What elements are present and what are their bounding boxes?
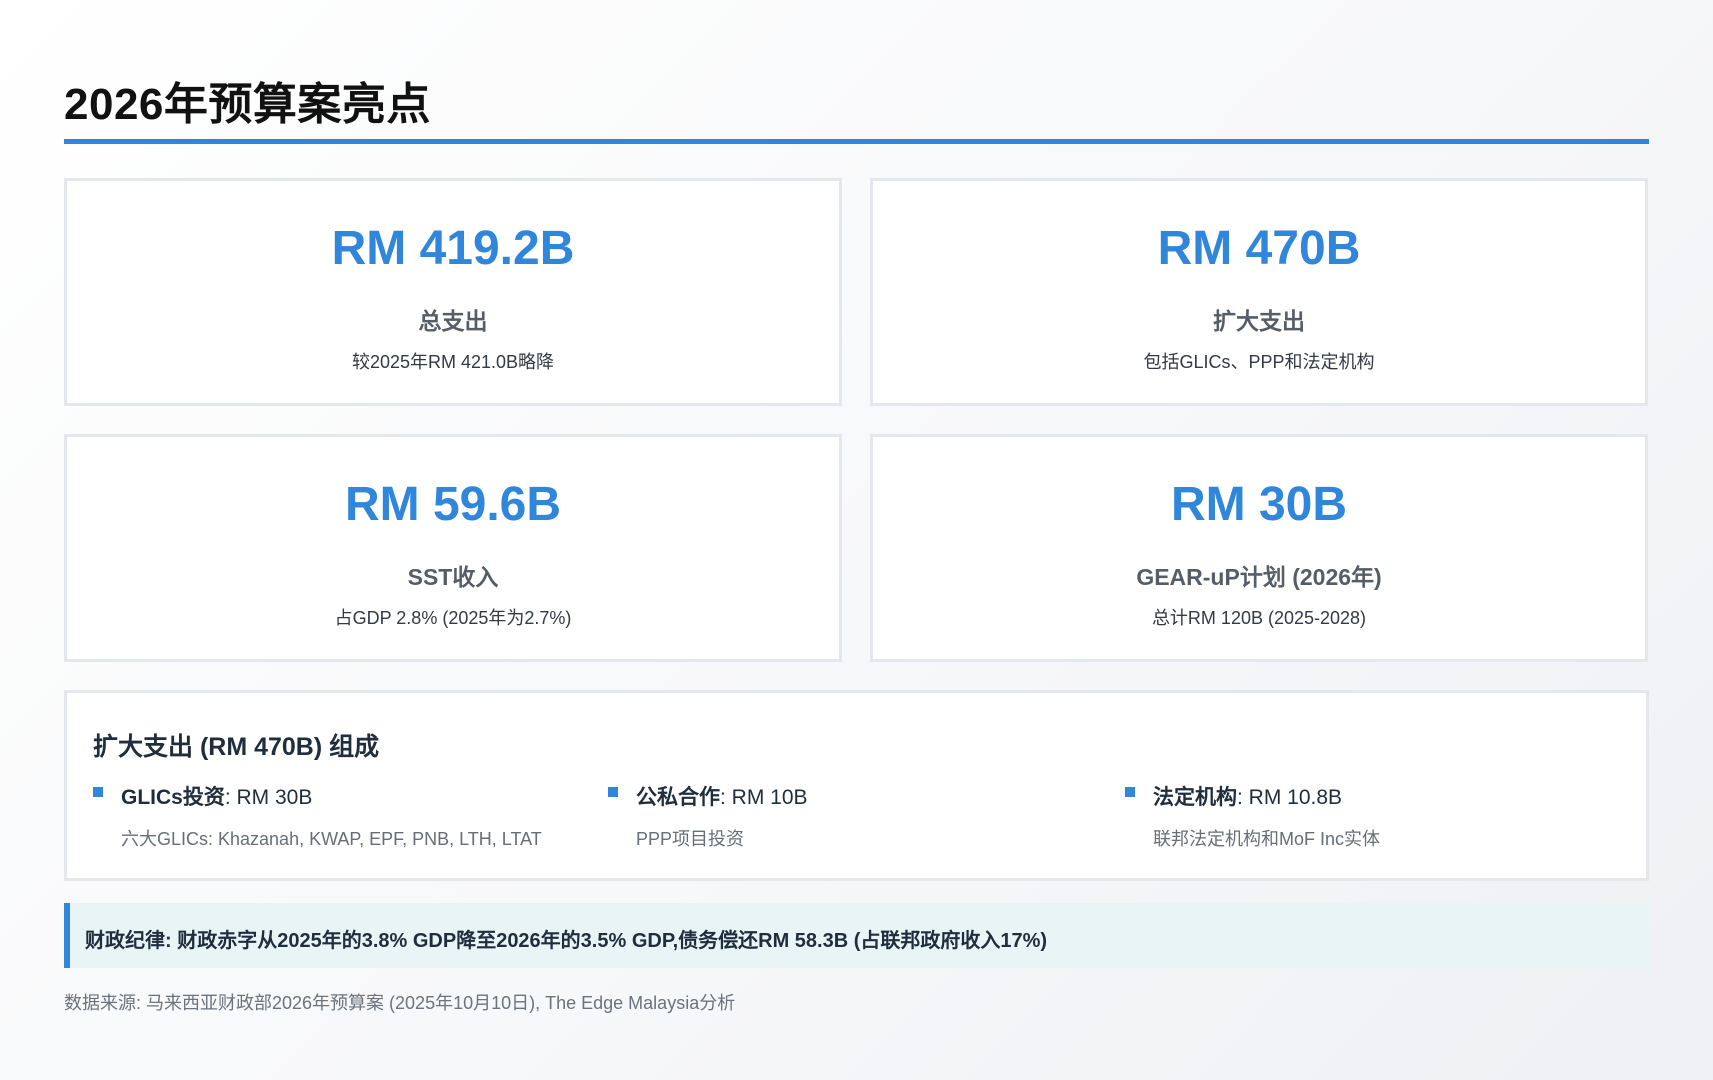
stat-label: GEAR-uP计划 (2026年) (1136, 564, 1382, 590)
breakdown-item-name: 法定机构 (1153, 786, 1237, 809)
breakdown-item-heading: 法定机构: RM 10.8B (1153, 781, 1342, 811)
breakdown-item-name: 公私合作 (636, 786, 720, 809)
breakdown-item-amount: : RM 10.8B (1237, 786, 1343, 809)
stat-note: 较2025年RM 421.0B略降 (351, 352, 555, 372)
square-bullet-icon (608, 787, 618, 797)
breakdown-item-description: PPP项目投资 (636, 829, 745, 849)
stat-value: RM 59.6B (344, 478, 562, 531)
breakdown-title: 扩大支出 (RM 470B) 组成 (93, 733, 380, 761)
breakdown-item-amount: : RM 30B (224, 786, 313, 809)
square-bullet-icon (93, 787, 103, 797)
stat-note: 占GDP 2.8% (2025年为2.7%) (334, 608, 572, 628)
stat-label: 总支出 (418, 308, 488, 334)
stat-card-expanded-expenditure: RM 470B 扩大支出 包括GLICs、PPP和法定机构 (870, 178, 1648, 406)
expanded-expenditure-breakdown: 扩大支出 (RM 470B) 组成 GLICs投资: RM 30B 六大GLIC… (64, 690, 1649, 881)
budget-highlights-page: 2026年预算案亮点 RM 419.2B 总支出 较2025年RM 421.0B… (64, 0, 1649, 1080)
title-underline (64, 139, 1649, 144)
breakdown-item-description: 六大GLICs: Khazanah, KWAP, EPF, PNB, LTH, … (121, 829, 542, 849)
breakdown-item-description: 联邦法定机构和MoF Inc实体 (1153, 829, 1381, 849)
page-title: 2026年预算案亮点 (64, 80, 431, 129)
fiscal-discipline-callout: 财政纪律: 财政赤字从2025年的3.8% GDP降至2026年的3.5% GD… (64, 903, 1649, 968)
breakdown-item-amount: : RM 10B (720, 786, 808, 809)
breakdown-item-name: GLICs投资 (121, 786, 225, 809)
square-bullet-icon (1125, 787, 1135, 797)
stat-value: RM 30B (1170, 478, 1348, 531)
stat-label: 扩大支出 (1213, 308, 1305, 334)
callout-text: 财政纪律: 财政赤字从2025年的3.8% GDP降至2026年的3.5% GD… (85, 930, 1048, 952)
breakdown-item-heading: 公私合作: RM 10B (636, 781, 808, 811)
stat-note: 总计RM 120B (2025-2028) (1151, 608, 1367, 628)
stat-card-sst-revenue: RM 59.6B SST收入 占GDP 2.8% (2025年为2.7%) (64, 434, 842, 662)
stat-value: RM 419.2B (331, 222, 575, 275)
stat-label: SST收入 (407, 564, 499, 590)
stat-card-gear-up: RM 30B GEAR-uP计划 (2026年) 总计RM 120B (2025… (870, 434, 1648, 662)
stat-note: 包括GLICs、PPP和法定机构 (1143, 352, 1375, 372)
stat-card-total-expenditure: RM 419.2B 总支出 较2025年RM 421.0B略降 (64, 178, 842, 406)
breakdown-item-heading: GLICs投资: RM 30B (121, 781, 312, 811)
stat-value: RM 470B (1157, 222, 1361, 275)
data-source-note: 数据来源: 马来西亚财政部2026年预算案 (2025年10月10日), The… (64, 993, 736, 1013)
